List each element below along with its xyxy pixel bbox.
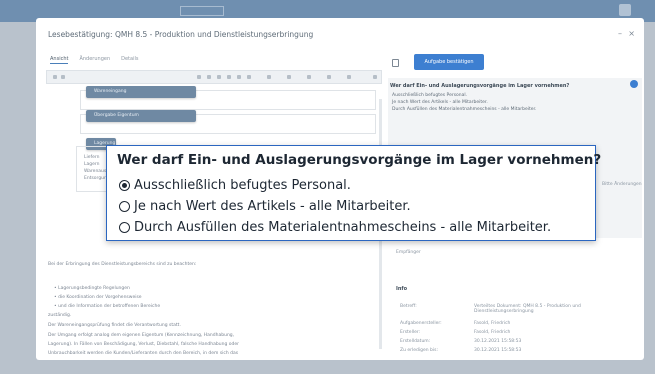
info-value: Fasold, Friedrich (474, 321, 511, 326)
text-line: Bei der Erbringung des Dienstleistungsbe… (48, 262, 197, 267)
toolbar-button[interactable] (61, 75, 65, 79)
text-line: Lagerung). In Fällen von Beschädigung, V… (48, 342, 239, 347)
text-line: • und die Information der betroffenen Be… (54, 304, 161, 309)
option-label: Durch Ausfüllen des Materialentnahmesche… (134, 220, 552, 235)
toolbar-button[interactable] (247, 75, 251, 79)
popup-question: Wer darf Ein- und Auslagerungsvorgänge i… (117, 152, 602, 168)
side-note: Bitte Änderungen (602, 182, 642, 187)
popup-option-2[interactable]: Je nach Wert des Artikels - alle Mitarbe… (119, 199, 411, 214)
tab-ansicht[interactable]: Ansicht (50, 56, 69, 64)
toolbar-button[interactable] (347, 75, 351, 79)
radio-icon[interactable] (119, 222, 130, 233)
flow-block-eigentum: Übergabe Eigentum (86, 110, 196, 122)
confirm-task-button[interactable]: Aufgabe bestätigen (414, 54, 484, 70)
option-label: Ausschließlich befugtes Personal. (134, 178, 351, 193)
toolbar-button[interactable] (327, 75, 331, 79)
info-value: 30.12.2021 15:58:53 (474, 339, 522, 344)
toolbar-button[interactable] (197, 75, 201, 79)
tab-details[interactable]: Details (121, 56, 138, 64)
info-icon[interactable] (630, 80, 638, 88)
toolbar-button[interactable] (217, 75, 221, 79)
toolbar-button[interactable] (373, 75, 377, 79)
info-label: Betreff: (400, 304, 417, 309)
text-line: Unbrauchbarkeit werden die Kunden/Liefer… (48, 351, 239, 356)
toolbar-button[interactable] (227, 75, 231, 79)
editor-toolbar (46, 70, 382, 84)
toolbar-button[interactable] (237, 75, 241, 79)
info-label: Aufgabenersteller: (400, 321, 442, 326)
recipient-label: Empfänger (396, 250, 421, 255)
minimize-button[interactable]: – (618, 29, 622, 38)
info-value: Fasold, Friedrich (474, 330, 511, 335)
option-small[interactable]: Durch Ausfüllen des Materialentnahmesche… (392, 107, 536, 112)
popup-option-3[interactable]: Durch Ausfüllen des Materialentnahmesche… (119, 220, 551, 235)
dialog-title: Lesebestätigung: QMH 8.5 - Produktion un… (48, 30, 314, 39)
text-line: zuständig. (48, 313, 72, 318)
text-line: • Lagerungsbedingte Regelungen (54, 286, 130, 291)
info-label: Zu erledigen bis: (400, 348, 438, 353)
toolbar-button[interactable] (267, 75, 271, 79)
option-label: Je nach Wert des Artikels - alle Mitarbe… (134, 199, 411, 214)
close-button[interactable]: × (628, 29, 635, 38)
info-value: Verteiltes Dokument: QMH 8.5 - Produktio… (474, 304, 581, 314)
info-label: Ersteller: (400, 330, 421, 335)
view-tabs: Ansicht Änderungen Details (50, 56, 138, 64)
info-heading[interactable]: Info (396, 286, 407, 292)
toolbar-button[interactable] (287, 75, 291, 79)
topbar-tab[interactable] (180, 6, 224, 16)
question-label: Wer darf Ein- und Auslagerungsvorgänge i… (390, 83, 570, 89)
toolbar-button[interactable] (207, 75, 211, 79)
text-line: Der Umgang erfolgt analog dem eigenen Ei… (48, 333, 235, 338)
popup-option-1[interactable]: Ausschließlich befugtes Personal. (119, 178, 351, 193)
option-small[interactable]: Je nach Wert des Artikels - alle Mitarbe… (392, 100, 488, 105)
document-icon[interactable] (392, 59, 399, 67)
text-line: Der Wareneingangsprüfung findet die Vera… (48, 323, 181, 328)
text-line: • die Koordination der Vorgehensweise (54, 295, 142, 300)
toolbar-button[interactable] (53, 75, 57, 79)
toolbar-button[interactable] (307, 75, 311, 79)
flow-block-wareneingang: Wareneingang (86, 86, 196, 98)
radio-icon[interactable] (119, 201, 130, 212)
option-small[interactable]: Ausschließlich befugtes Personal. (392, 93, 467, 98)
question-popup: Wer darf Ein- und Auslagerungsvorgänge i… (106, 145, 601, 241)
info-value: 30.12.2021 15:58:53 (474, 348, 522, 353)
tab-aenderungen[interactable]: Änderungen (79, 56, 110, 64)
topbar-control[interactable] (619, 4, 631, 16)
radio-selected-icon[interactable] (119, 180, 130, 191)
info-label: Erstelldatum: (400, 339, 431, 344)
